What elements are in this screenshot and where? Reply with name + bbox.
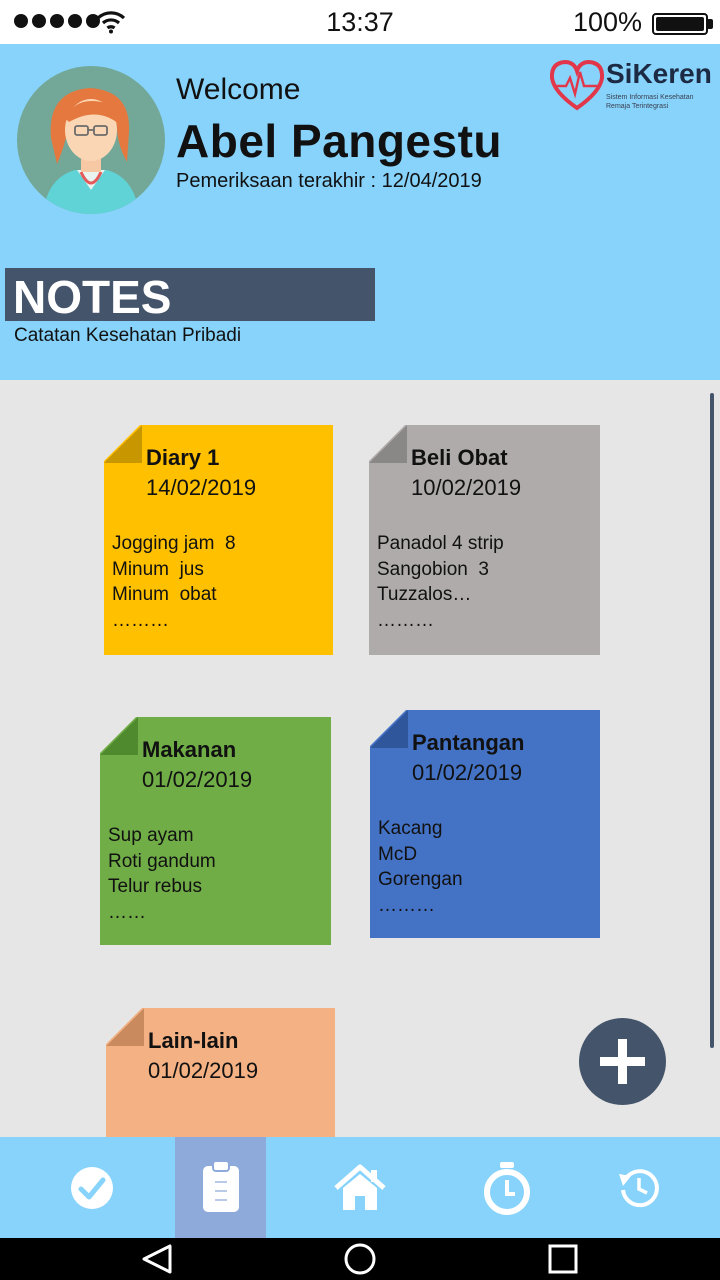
note-title: Makanan <box>142 737 237 762</box>
last-checkup-date: 12/04/2019 <box>381 170 482 192</box>
note-fold-corner <box>104 425 142 463</box>
note-line: ……… <box>377 609 434 631</box>
note-card[interactable]: Lain-lain 01/02/2019 <box>106 1008 335 1137</box>
note-title: Lain-lain <box>148 1028 239 1053</box>
nav-checklist[interactable] <box>46 1137 137 1238</box>
note-line: Tuzzalos… <box>377 584 472 605</box>
nav-timer[interactable] <box>461 1137 552 1238</box>
add-note-button[interactable] <box>579 1018 666 1105</box>
note-fold-corner <box>369 425 407 463</box>
user-avatar-icon[interactable] <box>17 66 165 214</box>
logo-name: SiKeren <box>606 58 712 89</box>
note-card[interactable]: Pantangan 01/02/2019 Kacang McD Gorengan ……… <box>370 710 600 938</box>
note-line: Roti gandum <box>108 850 216 872</box>
note-body: Jogging jam 8 Minum jus Minum obat ……… <box>112 531 236 633</box>
section-title: NOTES <box>13 271 172 323</box>
note-line: …… <box>108 901 146 923</box>
last-checkup-label: Pemeriksaan terakhir : <box>176 170 377 192</box>
heart-pulse-icon <box>549 59 605 111</box>
note-body: Panadol 4 strip Sangobion 3 Tuzzalos… ……… <box>377 531 504 633</box>
home-icon <box>333 1164 386 1210</box>
note-title: Pantangan <box>412 730 525 755</box>
sikeren-logo: SiKeren Sistem Informasi Kesehatan Remaj… <box>548 58 713 114</box>
note-line: Panadol 4 strip <box>377 533 504 554</box>
note-fold-corner <box>100 717 138 755</box>
last-checkup: Pemeriksaan terakhir : 12/04/2019 <box>176 170 482 193</box>
note-line: ……… <box>378 894 435 916</box>
note-line: Telur rebus <box>108 876 202 897</box>
note-line: Sup ayam <box>108 825 194 846</box>
logo-tagline-line1: Sistem Informasi Kesehatan <box>606 94 694 101</box>
note-line: Jogging jam 8 <box>112 533 236 554</box>
check-circle-icon <box>70 1166 113 1209</box>
section-subtitle: Catatan Kesehatan Pribadi <box>14 325 242 346</box>
logo-tagline-line2: Remaja Terintegrasi <box>606 103 669 110</box>
note-date: 01/02/2019 <box>412 760 523 785</box>
stopwatch-icon <box>483 1161 530 1215</box>
nav-home[interactable] <box>314 1137 405 1238</box>
battery-icon <box>652 13 708 35</box>
android-nav-bar <box>0 1238 720 1280</box>
note-line: Gorengan <box>378 869 463 890</box>
note-date: 01/02/2019 <box>148 1058 259 1083</box>
welcome-label: Welcome <box>176 73 301 106</box>
clipboard-icon <box>202 1159 239 1212</box>
notes-banner: NOTES <box>5 268 375 323</box>
note-line: Minum jus <box>112 558 204 580</box>
nav-notes[interactable] <box>175 1137 266 1238</box>
note-body: Kacang McD Gorengan ……… <box>378 816 463 918</box>
nav-history[interactable] <box>593 1137 684 1238</box>
note-fold-corner <box>370 710 408 748</box>
home-circle-icon[interactable] <box>343 1243 377 1275</box>
bottom-nav <box>0 1137 720 1238</box>
history-icon <box>618 1168 659 1207</box>
note-body: Sup ayam Roti gandum Telur rebus …… <box>108 823 216 925</box>
note-card[interactable]: Beli Obat 10/02/2019 Panadol 4 strip Sangob… <box>369 425 600 655</box>
note-title: Diary 1 <box>146 445 220 470</box>
battery-percent: 100% <box>572 7 642 37</box>
note-title: Beli Obat <box>411 445 508 470</box>
back-triangle-icon[interactable] <box>140 1243 174 1275</box>
note-line: ……… <box>112 609 169 631</box>
user-name: Abel Pangestu <box>176 115 503 167</box>
note-date: 14/02/2019 <box>146 475 257 500</box>
note-line: Kacang <box>378 818 443 839</box>
logo-tagline: Sistem Informasi Kesehatan Remaja Terint… <box>606 93 716 111</box>
status-bar: 13:37 100% <box>0 0 720 44</box>
note-line: Sangobion 3 <box>377 558 489 580</box>
note-line: Minum obat <box>112 584 217 605</box>
note-date: 10/02/2019 <box>411 475 522 500</box>
note-date: 01/02/2019 <box>142 767 253 792</box>
note-fold-corner <box>106 1008 144 1046</box>
battery-tip <box>708 19 713 29</box>
note-card[interactable]: Makanan 01/02/2019 Sup ayam Roti gandum Telu… <box>100 717 331 945</box>
scrollbar[interactable] <box>710 393 714 1048</box>
note-line: McD <box>378 843 418 865</box>
recent-square-icon[interactable] <box>546 1243 580 1275</box>
note-card[interactable]: Diary 1 14/02/2019 Jogging jam 8 Minum jus M… <box>104 425 333 655</box>
